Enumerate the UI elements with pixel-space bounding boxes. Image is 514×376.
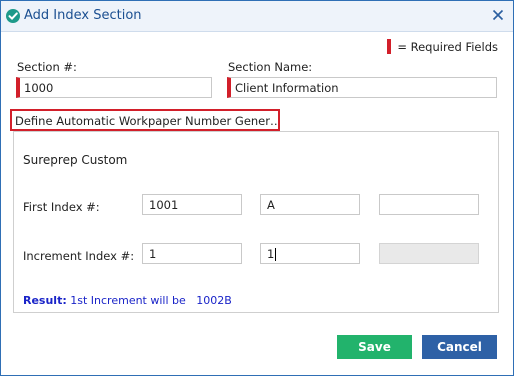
required-fields-legend: = Required Fields <box>387 39 498 54</box>
section-name-label: Section Name: <box>228 60 313 74</box>
first-index-label: First Index #: <box>23 200 100 214</box>
save-button[interactable]: Save <box>337 335 412 359</box>
increment-index-input-1[interactable]: 1 <box>142 243 242 264</box>
title-bar: Add Index Section <box>1 1 513 32</box>
section-number-input[interactable]: 1000 <box>16 77 212 98</box>
result-label: Result: <box>23 294 67 307</box>
result-text: 1st Increment will be <box>70 294 186 307</box>
first-index-input-1[interactable]: 1001 <box>142 194 242 215</box>
close-icon[interactable] <box>489 6 507 24</box>
result-line: Result: 1st Increment will be 1002B <box>23 294 232 307</box>
increment-index-input-2[interactable]: 1 <box>260 243 360 264</box>
cancel-button[interactable]: Cancel <box>422 335 497 359</box>
result-value: 1002B <box>196 294 232 307</box>
first-index-input-3[interactable] <box>379 194 479 215</box>
first-index-input-2[interactable]: A <box>260 194 360 215</box>
required-marker <box>387 39 392 54</box>
auto-number-section-header[interactable]: Define Automatic Workpaper Number Gener… <box>10 109 280 131</box>
add-index-section-dialog: Add Index Section = Required Fields Sect… <box>0 0 514 376</box>
increment-index-value-2: 1 <box>267 247 275 261</box>
checkmark-shield-icon <box>6 9 20 23</box>
increment-index-input-3 <box>379 243 479 264</box>
dialog-title: Add Index Section <box>24 8 142 23</box>
increment-index-label: Increment Index #: <box>23 249 135 263</box>
section-name-input[interactable]: Client Information <box>227 77 497 98</box>
text-cursor <box>275 248 277 261</box>
required-legend-text: = Required Fields <box>397 39 498 54</box>
preset-name: Sureprep Custom <box>23 153 128 167</box>
section-number-label: Section #: <box>17 60 77 74</box>
